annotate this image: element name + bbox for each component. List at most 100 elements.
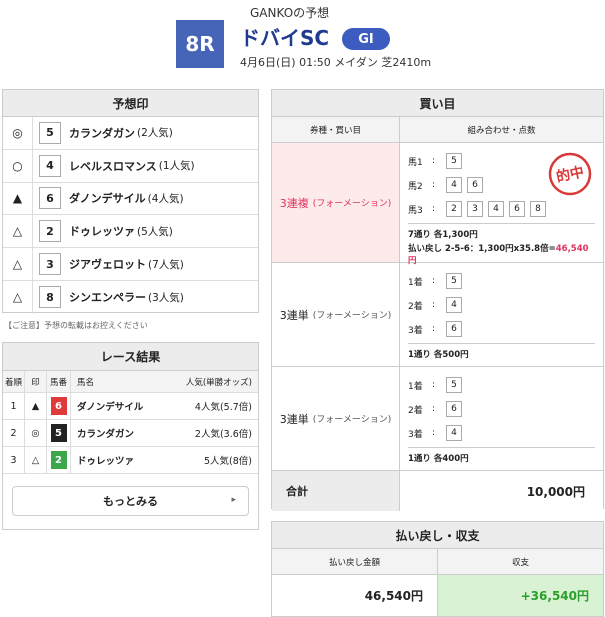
horse-number-badge: 2 — [50, 451, 67, 469]
horse-popularity: (4人気) — [147, 192, 184, 205]
more-button[interactable]: もっとみる ▸ — [12, 486, 249, 516]
result-title: レース結果 — [3, 343, 258, 371]
leg-label: 3着 — [408, 325, 423, 336]
prediction-mark-icon: △ — [3, 248, 33, 280]
horse-number: 3 — [39, 253, 61, 276]
leg-horse-number: 8 — [530, 201, 546, 217]
prediction-row: ▲ 6 ダノンデサイル (4人気) — [3, 182, 258, 216]
prediction-row: △ 8 シンエンペラー (3人気) — [3, 280, 258, 314]
horse-popularity: (1人気) — [158, 160, 195, 173]
horse-name: ドゥレッツァ — [69, 225, 135, 239]
leg-horse-number: 5 — [446, 153, 462, 169]
prediction-row: ◎ 5 カランダガン (2人気) — [3, 117, 258, 150]
leg-colon: : — [432, 156, 436, 166]
col-payout-amount: 払い戻し金額 — [272, 549, 438, 574]
horse-number: 5 — [39, 121, 61, 144]
result-popularity: 5人気(8倍) — [203, 456, 252, 467]
prediction-title: 予想印 — [3, 90, 258, 117]
result-rank: 2 — [3, 420, 25, 446]
prediction-row: △ 2 ドゥレッツァ (5人気) — [3, 215, 258, 249]
bet-type-cell: 3連単 (フォーメーション) — [272, 367, 400, 470]
bet-type-cell: 3連複 (フォーメーション) — [272, 143, 400, 262]
leg-horse-number: 4 — [446, 297, 462, 313]
race-number-badge: 8R — [176, 20, 224, 68]
page-subtitle: GANKOの予想 — [250, 6, 330, 20]
result-num-cell: 5 — [47, 420, 71, 446]
horse-name: ジアヴェロット — [69, 258, 146, 272]
bet-type-name: 3連単 — [279, 412, 309, 426]
prediction-mark-icon: ○ — [3, 149, 33, 182]
chevron-right-icon: ▸ — [231, 495, 236, 505]
bet-summary: 1通り 各500円 — [408, 343, 595, 360]
bet-type-name: 3連複 — [279, 196, 309, 210]
bet-leg: 2着:6 — [408, 397, 595, 421]
leg-label: 1着 — [408, 277, 423, 288]
leg-horse-number: 6 — [446, 321, 462, 337]
leg-colon: : — [432, 204, 436, 214]
total-label: 合計 — [272, 471, 400, 511]
leg-horse-number: 2 — [446, 201, 462, 217]
leg-horse-number: 4 — [446, 177, 462, 193]
hit-stamp-icon: 的中 — [548, 152, 592, 196]
bets-title: 買い目 — [272, 90, 603, 117]
result-row: 1 ▲ 6 ダノンデサイル 4人気(5.7倍) — [3, 393, 258, 420]
bet-kind: (フォーメーション) — [312, 199, 392, 209]
profit-value: +36,540円 — [438, 575, 603, 616]
bet-summary: 1通り 各400円 — [408, 447, 595, 464]
bet-combo-cell: 1着:5 2着:6 3着:4 1通り 各400円 — [400, 367, 603, 470]
result-row: 2 ◎ 5 カランダガン 2人気(3.6倍) — [3, 420, 258, 447]
horse-name: シンエンペラー — [69, 291, 146, 305]
result-popularity: 4人気(5.7倍) — [194, 402, 252, 413]
horse-name: レベルスロマンス — [69, 159, 157, 173]
bet-leg: 3着:6 — [408, 317, 595, 341]
result-num-cell: 6 — [47, 393, 71, 419]
prediction-panel: 予想印 ◎ 5 カランダガン (2人気) ○ 4 レベルスロマンス (1人気) ▲ 6 ダノンデサイ… — [2, 89, 259, 314]
leg-label: 馬2 — [408, 181, 423, 192]
bet-row: 3連複 (フォーメーション) 馬1:5 馬2:4 6 馬3:2 3 4 6 8 7通り 各1,300… — [272, 143, 603, 266]
result-mark-icon: ◎ — [25, 420, 47, 446]
result-horse-name: カランダガン — [77, 429, 135, 440]
bet-row: 3連単 (フォーメーション) 1着:5 2着:6 3着:4 1通り 各400円 — [272, 367, 603, 471]
col-num: 馬番 — [47, 371, 71, 392]
bets-panel: 買い目 券種・買い目 組み合わせ・点数 3連複 (フォーメーション) 馬1:5 馬2:… — [271, 89, 604, 511]
total-value: 10,000円 — [400, 471, 603, 511]
race-info: 4月6日(日) 01:50 メイダン 芝2410m — [240, 56, 432, 69]
result-rank: 1 — [3, 393, 25, 419]
bet-combo-cell: 1着:5 2着:4 3着:6 1通り 各500円 — [400, 263, 603, 366]
bet-leg: 1着:5 — [408, 373, 595, 397]
leg-horse-number: 5 — [446, 377, 462, 393]
repost-notice: 【ご注意】予想の転載はお控えください — [4, 321, 148, 330]
leg-label: 1着 — [408, 381, 423, 392]
leg-colon: : — [432, 428, 436, 438]
bet-leg: 馬3:2 3 4 6 8 — [408, 197, 595, 221]
result-table-header: 着順 印 馬番 馬名 人気(単勝オッズ) — [3, 371, 258, 393]
horse-number: 8 — [39, 286, 61, 309]
col-name: 馬名 — [77, 377, 95, 388]
leg-label: 2着 — [408, 405, 423, 416]
horse-number-badge: 6 — [50, 397, 67, 415]
leg-colon: : — [432, 300, 436, 310]
leg-horse-number: 6 — [446, 401, 462, 417]
horse-number: 2 — [39, 220, 61, 243]
prediction-row: △ 3 ジアヴェロット (7人気) — [3, 248, 258, 281]
bet-leg: 2着:4 — [408, 293, 595, 317]
prediction-mark-icon: ◎ — [3, 117, 33, 149]
bet-kind: (フォーメーション) — [312, 415, 392, 425]
horse-number-badge: 5 — [50, 424, 67, 442]
result-row: 3 △ 2 ドゥレッツァ 5人気(8倍) — [3, 447, 258, 474]
bet-combo-cell: 馬1:5 馬2:4 6 馬3:2 3 4 6 8 7通り 各1,300円 払い戻し 2-5-6：1… — [400, 143, 603, 266]
bet-summary: 7通り 各1,300円 — [408, 223, 595, 240]
result-popularity: 2人気(3.6倍) — [194, 429, 252, 440]
col-bet-type: 券種・買い目 — [272, 117, 400, 142]
leg-horse-number: 4 — [446, 425, 462, 441]
total-row: 合計 10,000円 — [272, 471, 603, 511]
leg-colon: : — [432, 404, 436, 414]
leg-colon: : — [432, 324, 436, 334]
horse-popularity: (2人気) — [137, 127, 173, 140]
leg-label: 馬1 — [408, 157, 423, 168]
prediction-mark-icon: △ — [3, 215, 33, 248]
prediction-mark-icon: △ — [3, 280, 33, 314]
bet-kind: (フォーメーション) — [312, 311, 392, 321]
col-profit: 収支 — [511, 557, 529, 568]
bet-type-name: 3連単 — [279, 308, 309, 322]
